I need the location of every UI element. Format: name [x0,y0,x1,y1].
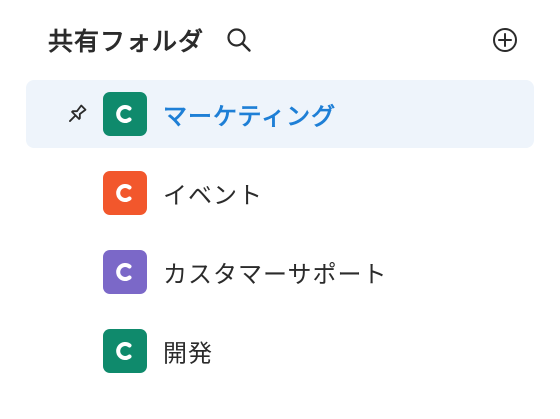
panel-header: 共有フォルダ [48,18,520,62]
folder-c-icon [103,329,147,373]
folder-label: 開発 [163,339,213,368]
folder-c-icon [103,171,147,215]
folder-list: マーケティング イベント カスタマーサポート 開発 [26,80,534,396]
folder-label: マーケティング [163,102,337,131]
folder-c-icon [103,250,147,294]
panel-title: 共有フォルダ [48,27,205,56]
pin-icon[interactable] [64,101,90,127]
search-icon[interactable] [224,25,254,55]
folder-item-event[interactable]: イベント [26,159,534,227]
folder-c-icon [103,92,147,136]
folder-label: イベント [163,181,263,210]
folder-item-marketing[interactable]: マーケティング [26,80,534,148]
folder-label: カスタマーサポート [163,260,388,289]
add-circle-icon[interactable] [490,25,520,55]
folder-item-customer-support[interactable]: カスタマーサポート [26,238,534,306]
folder-item-development[interactable]: 開発 [26,317,534,385]
shared-folders-panel: 共有フォルダ マーケティング イベント カスタマーサポート 開発 [0,0,560,419]
